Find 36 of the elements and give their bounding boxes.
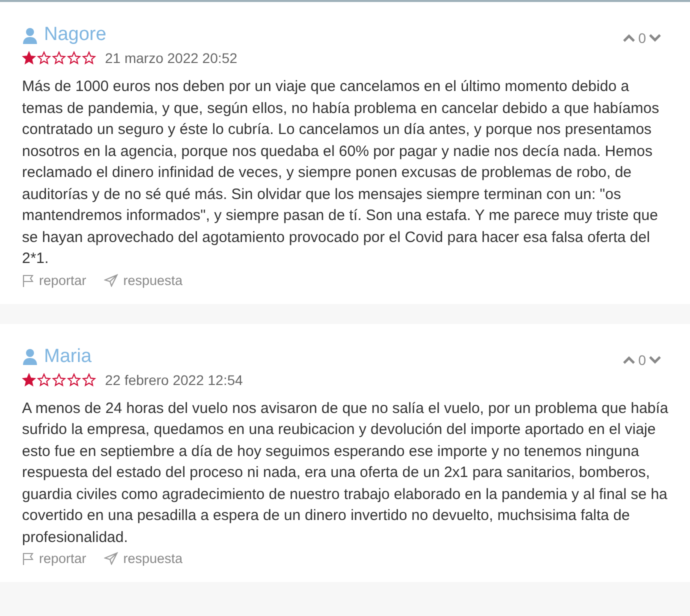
send-icon	[104, 552, 118, 565]
chevron-up-icon	[622, 354, 636, 364]
vote-count: 0	[638, 30, 646, 46]
user-icon	[22, 348, 38, 365]
downvote-button[interactable]	[648, 354, 662, 364]
user-icon	[22, 26, 38, 44]
star-icon	[67, 51, 81, 65]
upvote-button[interactable]	[622, 33, 636, 43]
vote-count: 0	[638, 352, 646, 368]
star-icon	[67, 372, 81, 386]
chevron-up-icon	[622, 33, 636, 43]
downvote-button[interactable]	[648, 33, 662, 43]
star-icon	[37, 372, 51, 386]
star-icon	[22, 51, 36, 65]
reply-link[interactable]: respuesta	[104, 272, 183, 288]
reply-link[interactable]: respuesta	[104, 551, 183, 566]
author-name[interactable]: Maria	[44, 346, 92, 368]
flag-icon	[22, 274, 34, 286]
star-icon	[52, 372, 66, 386]
review-text: A menos de 24 horas del vuelo nos avisaron de que no salía el vuelo, por un problema que había sufrido la empresa, quedamos en una reubicacion y devolución del importe aportado en el viaje esto fue en septiembre a día de hoy seguimos esperando ese importe y no tenemos ninguna respuesta del estado del proceso ni nada, era una oferta de un 2x1 para sanitarios, bomberos, guardia civiles como agradecimiento de nuestro trabajo elaborado en la pandemia y al final se ha covertido en una pesadilla a espera de un dinero invertido no devuelto, muchsisima falta de profesionalidad.	[22, 398, 670, 548]
star-icon	[52, 51, 66, 65]
review-date: 21 marzo 2022 20:52	[105, 50, 238, 66]
review-date: 22 febrero 2022 12:54	[105, 372, 243, 388]
star-icon	[37, 51, 51, 65]
chevron-down-icon	[648, 33, 662, 43]
flag-icon	[22, 552, 34, 565]
review-text: Más de 1000 euros nos deben por un viaje que cancelamos en el último momento debido a temas de pandemia, y que, según ellos, no había problema en cancelar debido a que habíamos contratado un seguro y éste lo cubría. Lo cancelamos un día antes, y porque nos presentamos nosotros en la agencia, porque nos quedaba el 60% por pagar y nadie nos decía nada. Hemos reclamado el dinero infinidad de veces, y siempre ponen excusas de problemas de robo, de auditorías y de no sé qué más. Sin olvidar que los mensajes siempre terminan con un: "os mantendremos informados", y siempre pasan de tí. Son una estafa. Y me parece muy triste que se hayan aprovechado del agotamiento provocado por el Covid para hacer esa falsa oferta del 2*1.	[22, 77, 660, 269]
star-icon	[82, 51, 96, 65]
star-icon	[22, 372, 36, 386]
author-name[interactable]: Nagore	[44, 24, 106, 46]
report-link[interactable]: reportar	[22, 272, 86, 288]
upvote-button[interactable]	[622, 354, 636, 364]
star-icon	[82, 372, 96, 386]
report-link[interactable]: reportar	[22, 551, 86, 566]
send-icon	[104, 274, 118, 286]
chevron-down-icon	[648, 354, 662, 364]
